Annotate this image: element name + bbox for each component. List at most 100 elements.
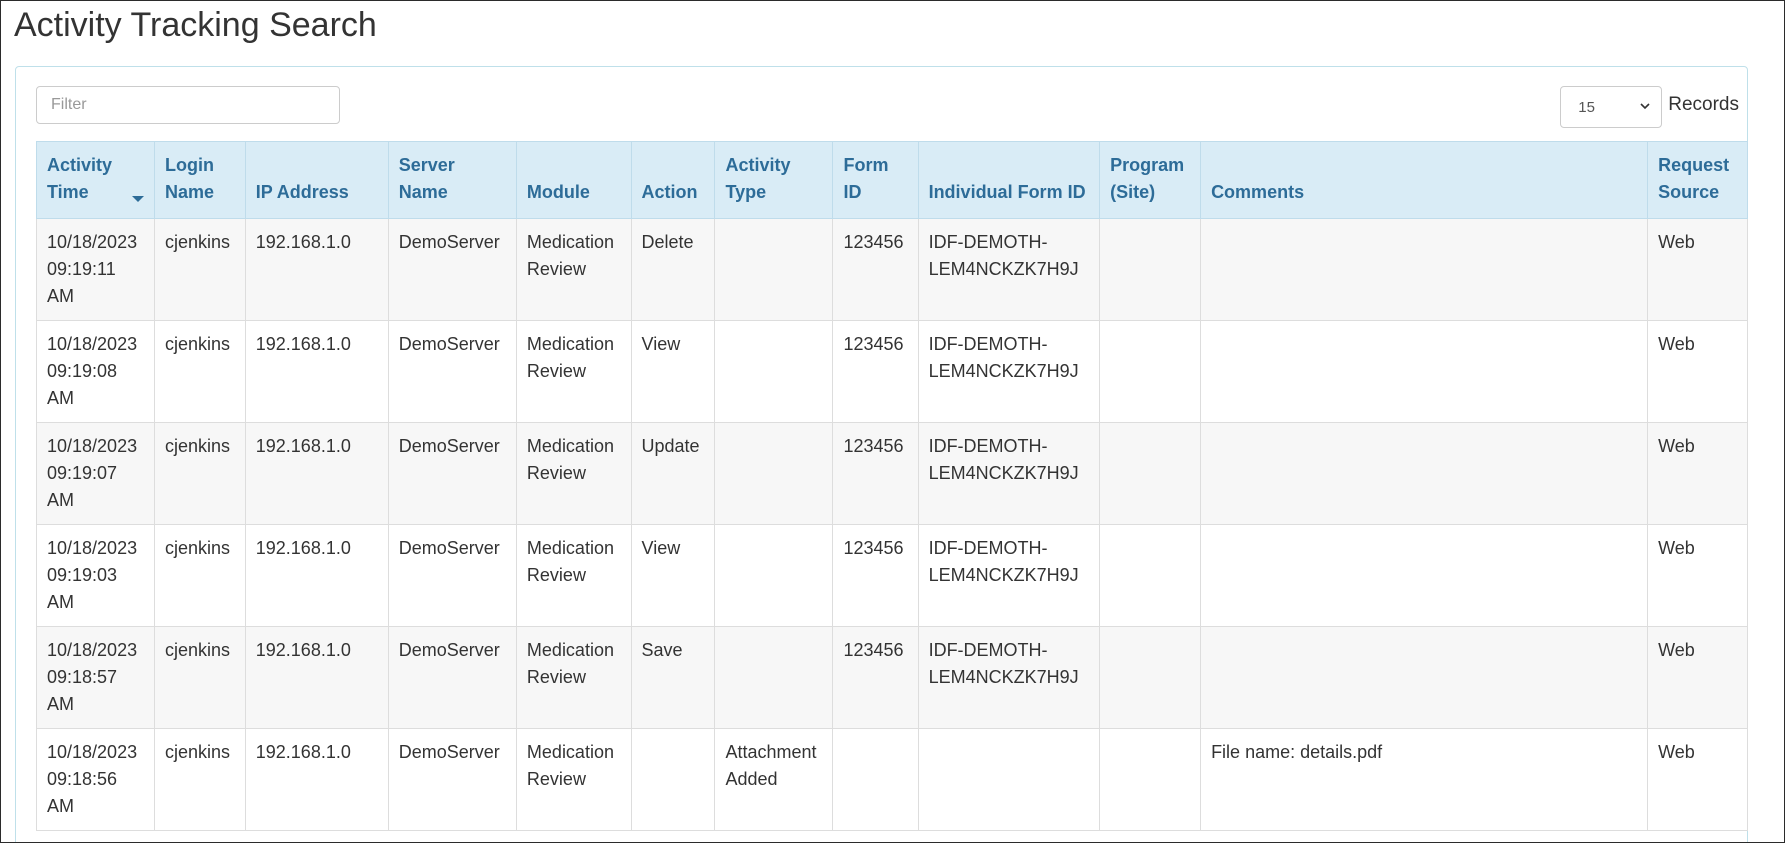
cell-request-source: Web (1647, 728, 1748, 831)
cell-login-name: cjenkins (154, 728, 246, 831)
records-label: Records (1668, 94, 1739, 115)
cell-form-id: 123456 (832, 320, 919, 423)
cell-server-name: DemoServer (388, 218, 517, 321)
table-row: 10/18/2023 09:18:56 AM cjenkins 192.168.1.… (36, 728, 1748, 831)
cell-login-name: cjenkins (154, 626, 246, 729)
table-row: 10/18/2023 09:18:57 AM cjenkins 192.168.1.… (36, 626, 1748, 729)
cell-action: View (631, 524, 716, 627)
column-header-label: Program (Site) (1110, 155, 1185, 202)
column-header-label: Individual Form ID (928, 182, 1086, 202)
cell-activity-time: 10/18/2023 09:19:03 AM (36, 524, 155, 627)
cell-login-name: cjenkins (154, 320, 246, 423)
search-panel: 15 Records (15, 66, 1748, 842)
page-size-select[interactable]: 15 (1560, 86, 1663, 128)
column-header-label: Activity Time (47, 155, 113, 202)
cell-request-source: Web (1647, 422, 1748, 525)
cell-module: Medication Review (516, 626, 632, 729)
column-header-label: Request Source (1658, 155, 1730, 202)
cell-activity-time: 10/18/2023 09:19:11 AM (36, 218, 155, 321)
cell-activity-type (714, 626, 834, 729)
cell-server-name: DemoServer (388, 524, 517, 627)
cell-activity-time: 10/18/2023 09:18:57 AM (36, 626, 155, 729)
cell-comments (1200, 524, 1649, 627)
cell-module: Medication Review (516, 422, 632, 525)
cell-comments (1200, 218, 1649, 321)
cell-comments (1200, 626, 1649, 729)
cell-request-source: Web (1647, 218, 1748, 321)
cell-module: Medication Review (516, 728, 632, 831)
column-header-label: Activity Type (725, 155, 791, 202)
cell-comments (1200, 320, 1649, 423)
cell-program-site (1099, 320, 1202, 423)
column-header-server-name[interactable]: Server Name (388, 141, 517, 219)
table-row: 10/18/2023 09:19:03 AM cjenkins 192.168.1.… (36, 524, 1748, 627)
column-header-ip-address[interactable]: IP Address (245, 141, 389, 219)
cell-individual-form-id (918, 728, 1101, 831)
cell-program-site (1099, 422, 1202, 525)
app-window: Activity Tracking Search 15 Records (0, 0, 1785, 843)
cell-individual-form-id: IDF-DEMOTH-LEM4NCKZK7H9J (918, 422, 1101, 525)
cell-comments (1200, 422, 1649, 525)
cell-activity-type: Attachment Added (714, 728, 834, 831)
column-header-comments[interactable]: Comments (1200, 141, 1649, 219)
header-row: Activity Time Login Name IP Address Server … (36, 141, 1748, 219)
cell-form-id: 123456 (832, 218, 919, 321)
column-header-activity-type[interactable]: Activity Type (714, 141, 834, 219)
cell-server-name: DemoServer (388, 320, 517, 423)
cell-action: Update (631, 422, 716, 525)
cell-action: Delete (631, 218, 716, 321)
cell-comments: File name: details.pdf (1200, 728, 1649, 831)
cell-individual-form-id: IDF-DEMOTH-LEM4NCKZK7H9J (918, 320, 1101, 423)
table-row: 10/18/2023 09:19:07 AM cjenkins 192.168.1.… (36, 422, 1748, 525)
column-header-label: Login Name (165, 155, 215, 202)
page-size-value: 15 (1578, 98, 1595, 116)
cell-form-id: 123456 (832, 524, 919, 627)
column-header-form-id[interactable]: Form ID (832, 141, 919, 219)
cell-action: View (631, 320, 716, 423)
cell-program-site (1099, 728, 1202, 831)
cell-login-name: cjenkins (154, 422, 246, 525)
chevron-down-icon (1640, 103, 1650, 110)
table-row: 10/18/2023 09:19:11 AM cjenkins 192.168.1.… (36, 218, 1748, 321)
table-row: 10/18/2023 09:19:08 AM cjenkins 192.168.1.… (36, 320, 1748, 423)
cell-activity-time: 10/18/2023 09:19:08 AM (36, 320, 155, 423)
activity-table: Activity Time Login Name IP Address Server … (36, 141, 1748, 831)
page-title: Activity Tracking Search (14, 6, 377, 44)
cell-module: Medication Review (516, 218, 632, 321)
cell-request-source: Web (1647, 524, 1748, 627)
cell-login-name: cjenkins (154, 218, 246, 321)
column-header-program-site[interactable]: Program (Site) (1099, 141, 1202, 219)
cell-individual-form-id: IDF-DEMOTH-LEM4NCKZK7H9J (918, 218, 1101, 321)
cell-form-id: 123456 (832, 422, 919, 525)
column-header-label: Form ID (843, 155, 889, 202)
table-body: 10/18/2023 09:19:11 AM cjenkins 192.168.1.… (36, 218, 1748, 831)
column-header-label: IP Address (255, 182, 349, 202)
column-header-label: Module (526, 182, 590, 202)
cell-activity-type (714, 320, 834, 423)
cell-module: Medication Review (516, 524, 632, 627)
cell-form-id: 123456 (832, 626, 919, 729)
cell-server-name: DemoServer (388, 422, 517, 525)
column-header-module[interactable]: Module (516, 141, 632, 219)
cell-ip-address: 192.168.1.0 (245, 422, 389, 525)
cell-action (631, 728, 716, 831)
column-header-individual-form-id[interactable]: Individual Form ID (918, 141, 1101, 219)
cell-ip-address: 192.168.1.0 (245, 524, 389, 627)
cell-request-source: Web (1647, 626, 1748, 729)
column-header-label: Comments (1211, 182, 1305, 202)
cell-module: Medication Review (516, 320, 632, 423)
filter-input[interactable] (36, 86, 340, 124)
cell-login-name: cjenkins (154, 524, 246, 627)
column-header-request-source[interactable]: Request Source (1647, 141, 1748, 219)
column-header-activity-time[interactable]: Activity Time (36, 141, 155, 219)
cell-activity-time: 10/18/2023 09:18:56 AM (36, 728, 155, 831)
column-header-login-name[interactable]: Login Name (154, 141, 246, 219)
cell-activity-time: 10/18/2023 09:19:07 AM (36, 422, 155, 525)
table-header: Activity Time Login Name IP Address Server … (36, 141, 1748, 219)
cell-activity-type (714, 422, 834, 525)
cell-request-source: Web (1647, 320, 1748, 423)
cell-program-site (1099, 626, 1202, 729)
column-header-action[interactable]: Action (631, 141, 716, 219)
column-header-label: Server Name (398, 155, 455, 202)
records-control: 15 Records (1560, 86, 1739, 128)
